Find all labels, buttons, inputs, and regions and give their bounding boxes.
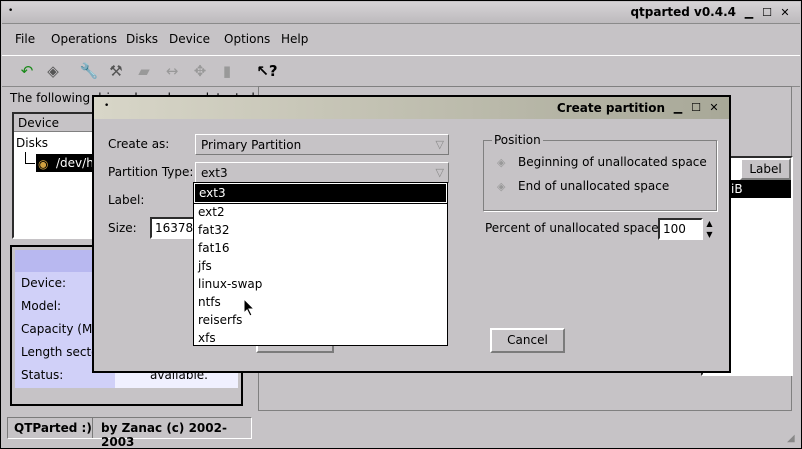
- create-as-select[interactable]: Primary Partition ▽: [195, 134, 449, 155]
- fs-option-linux-swap[interactable]: linux-swap: [194, 275, 447, 293]
- menubar: File Operations Disks Device Options Hel…: [2, 28, 800, 52]
- dialog-close-icon[interactable]: ✕: [707, 101, 721, 115]
- percent-spinner[interactable]: ▲ ▼: [703, 218, 716, 240]
- percent-input[interactable]: 100: [658, 218, 703, 240]
- fs-option-ext2[interactable]: ext2: [194, 203, 447, 221]
- harddisk-icon: ◉: [38, 157, 49, 171]
- hammer-icon[interactable]: ⚒: [105, 60, 127, 82]
- status-left: QTParted :): [14, 421, 92, 435]
- pos-end-label[interactable]: End of unallocated space: [518, 179, 669, 193]
- resize-icon[interactable]: ↔: [161, 60, 183, 82]
- fs-option-xfs[interactable]: xfs: [194, 329, 447, 347]
- pos-begin-label[interactable]: Beginning of unallocated space: [518, 155, 707, 169]
- eraser-icon[interactable]: ▰: [133, 60, 155, 82]
- status-right: by Zanac (c) 2002-2003: [101, 421, 227, 449]
- position-group: [483, 140, 717, 211]
- mouse-cursor-icon: [243, 298, 256, 317]
- menu-disks[interactable]: Disks: [126, 32, 158, 46]
- radio-end[interactable]: ◈: [497, 180, 505, 193]
- fs-option-jfs[interactable]: jfs: [194, 257, 447, 275]
- percent-label: Percent of unallocated space:: [485, 221, 663, 235]
- cancel-button-label: Cancel: [507, 333, 548, 347]
- info-length-label: Length secto: [21, 345, 99, 359]
- fs-option-fat32[interactable]: fat32: [194, 221, 447, 239]
- partition-type-select[interactable]: ext3 ▽: [195, 162, 449, 183]
- trash-icon[interactable]: ▮: [216, 60, 238, 82]
- dialog-titlebar[interactable]: • Create partition ▁ ☐ ✕: [94, 97, 729, 119]
- position-group-title: Position: [492, 133, 543, 147]
- window-title: qtparted v0.4.4: [630, 5, 736, 19]
- info-status-label: Status:: [21, 368, 64, 382]
- info-device-label: Device:: [21, 276, 67, 290]
- menu-file[interactable]: File: [15, 32, 35, 46]
- dialog-maximize-icon[interactable]: ☐: [689, 101, 703, 115]
- maximize-icon[interactable]: ☐: [760, 6, 774, 20]
- partition-type-label: Partition Type:: [108, 165, 194, 179]
- back-arrow-icon[interactable]: ↶: [16, 60, 38, 82]
- create-as-value: Primary Partition: [201, 138, 302, 152]
- dialog-menu-icon[interactable]: •: [104, 101, 109, 111]
- label-column-header[interactable]: Label: [740, 158, 791, 180]
- disk-icon[interactable]: ◈: [42, 60, 64, 82]
- fs-option-reiserfs[interactable]: reiserfs: [194, 311, 447, 329]
- menu-operations[interactable]: Operations: [51, 32, 117, 46]
- chevron-down-icon: ▽: [435, 166, 444, 179]
- info-capacity-label: Capacity (Mb: [21, 322, 100, 336]
- wrench-icon[interactable]: 🔧: [78, 60, 100, 82]
- dialog-title: Create partition: [556, 101, 665, 115]
- partition-type-dropdown[interactable]: ext3 ext2 fat32 fat16 jfs linux-swap ntf…: [193, 182, 448, 346]
- toolbar: ↶ ◈ 🔧 ⚒ ▰ ↔ ✥ ▮ ↖?: [2, 55, 800, 87]
- dialog-minimize-icon[interactable]: ▁: [671, 101, 685, 115]
- menu-options[interactable]: Options: [224, 32, 270, 46]
- tree-root-disks[interactable]: Disks: [16, 136, 48, 150]
- create-as-label: Create as:: [108, 137, 170, 151]
- whatsthis-icon[interactable]: ↖?: [256, 60, 278, 82]
- chevron-down-icon: ▽: [435, 138, 444, 151]
- close-icon[interactable]: ✕: [778, 6, 792, 20]
- radio-begin[interactable]: ◈: [497, 156, 505, 169]
- info-model-label: Model:: [21, 299, 62, 313]
- status-divider: [92, 418, 93, 438]
- menu-device[interactable]: Device: [169, 32, 210, 46]
- cancel-button[interactable]: Cancel: [490, 328, 565, 353]
- window-titlebar[interactable]: • qtparted v0.4.4 ▁ ☐ ✕: [2, 2, 800, 24]
- fs-option-ntfs[interactable]: ntfs: [194, 293, 447, 311]
- statusbar: QTParted :) by Zanac (c) 2002-2003: [7, 417, 252, 449]
- fs-option-fat16[interactable]: fat16: [194, 239, 447, 257]
- fs-option-ext3[interactable]: ext3: [193, 182, 448, 204]
- label-field-label: Label:: [108, 193, 145, 207]
- move-icon[interactable]: ✥: [189, 60, 211, 82]
- resize-grip-icon[interactable]: ◢: [787, 433, 799, 445]
- tree-branch-line: [25, 152, 35, 164]
- partition-type-value: ext3: [201, 166, 228, 180]
- tree-item-dev[interactable]: ◉ /dev/hd: [36, 154, 101, 172]
- window-menu-icon[interactable]: •: [8, 6, 13, 16]
- size-label: Size:: [108, 221, 137, 235]
- minimize-icon[interactable]: ▁: [742, 6, 756, 20]
- menu-help[interactable]: Help: [281, 32, 308, 46]
